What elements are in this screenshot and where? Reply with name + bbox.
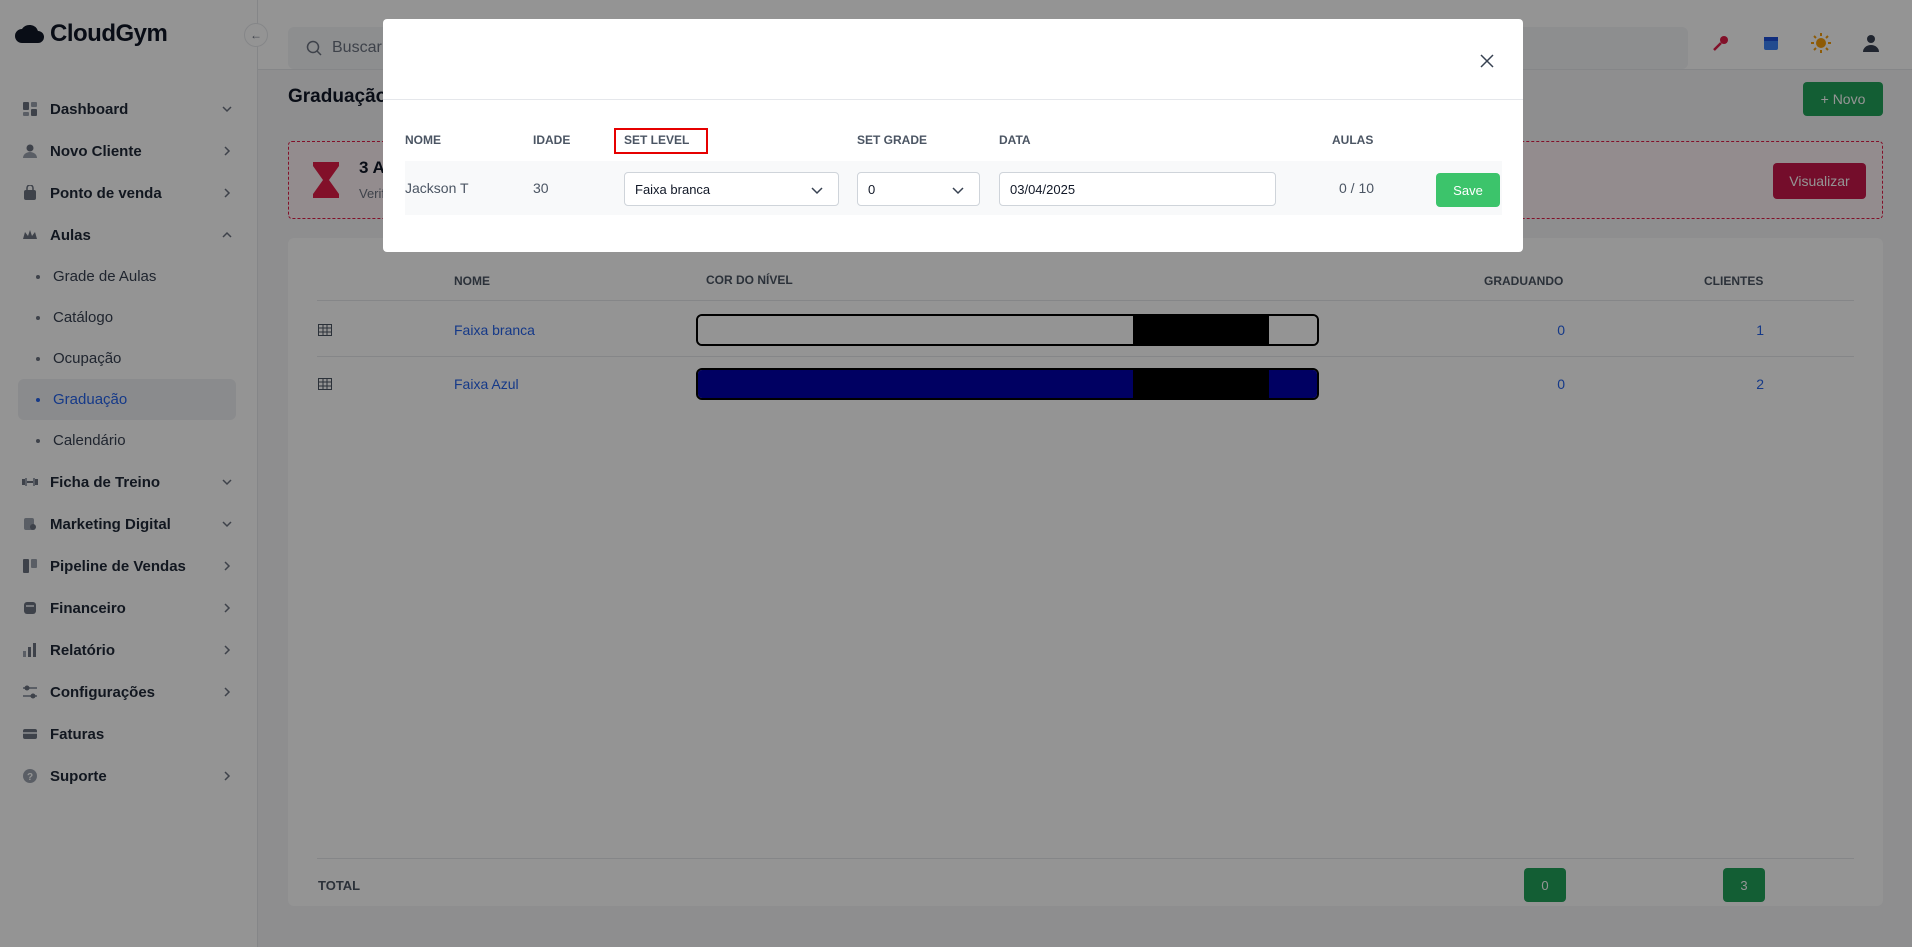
- grade-select[interactable]: 0: [857, 172, 980, 206]
- modal-header-set-grade: SET GRADE: [857, 133, 928, 147]
- date-field[interactable]: 03/04/2025: [999, 172, 1276, 206]
- close-button[interactable]: [1475, 49, 1499, 73]
- modal-header-date: DATA: [999, 133, 1031, 147]
- close-icon: [1480, 54, 1494, 68]
- modal-divider: [383, 99, 1523, 100]
- date-field-value: 03/04/2025: [1010, 181, 1076, 197]
- chevron-down-icon: [952, 187, 964, 195]
- level-select[interactable]: Faixa branca: [624, 172, 839, 206]
- classes-count: 0 / 10: [1339, 180, 1375, 196]
- student-age: 30: [533, 180, 549, 196]
- modal-header-age: IDADE: [533, 133, 571, 147]
- level-select-value: Faixa branca: [635, 181, 711, 197]
- chevron-down-icon: [811, 187, 823, 195]
- modal-header-name: NOME: [405, 133, 441, 147]
- grade-select-value: 0: [868, 181, 876, 197]
- save-button[interactable]: Save: [1436, 173, 1500, 207]
- highlight-box: [614, 128, 708, 154]
- graduation-modal: NOME IDADE SET LEVEL SET GRADE DATA AULA…: [383, 19, 1523, 252]
- modal-header-classes: AULAS: [1332, 133, 1374, 147]
- student-name: Jackson T: [405, 180, 469, 196]
